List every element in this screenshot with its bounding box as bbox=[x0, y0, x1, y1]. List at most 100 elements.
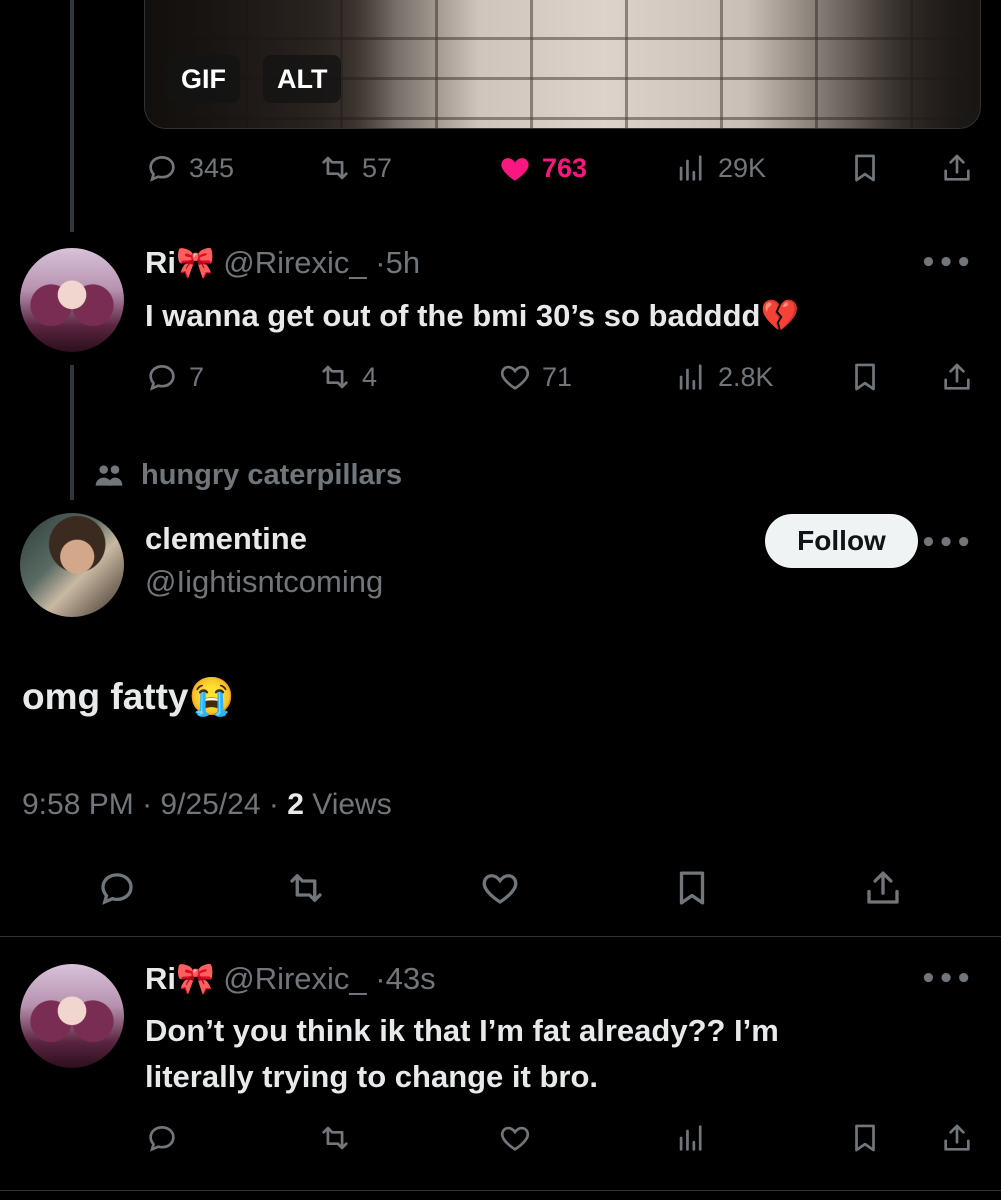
repost-icon bbox=[322, 1126, 348, 1150]
views-button[interactable]: 29K bbox=[674, 146, 766, 190]
heart-filled-icon bbox=[501, 158, 529, 181]
share-button[interactable] bbox=[940, 1116, 974, 1160]
like-button[interactable]: 71 bbox=[498, 355, 572, 399]
repost-button[interactable] bbox=[285, 864, 327, 912]
community-name: hungry caterpillars bbox=[141, 458, 403, 491]
follow-button[interactable]: Follow bbox=[765, 514, 918, 568]
reply-icon bbox=[149, 1126, 175, 1152]
tweet-text-body: omg fatty bbox=[22, 676, 189, 717]
more-menu-button[interactable]: ••• bbox=[920, 248, 973, 278]
reply-button[interactable]: 345 bbox=[145, 146, 234, 190]
tweet2-header: Ri🎀 @Rirexic_ ·43s bbox=[145, 960, 436, 997]
handle[interactable]: @Rirexic_ bbox=[223, 961, 366, 996]
repost-button[interactable] bbox=[318, 1116, 352, 1160]
reply-button[interactable] bbox=[145, 1116, 179, 1160]
share-button[interactable] bbox=[862, 864, 904, 912]
share-button[interactable] bbox=[940, 146, 974, 190]
handle[interactable]: @Iightisntcoming bbox=[145, 564, 383, 600]
divider bbox=[0, 1190, 1001, 1191]
display-name[interactable]: clementine bbox=[145, 521, 307, 557]
main-tweet-text: omg fatty😭 bbox=[22, 676, 235, 719]
separator: · bbox=[268, 788, 279, 821]
repost-icon bbox=[290, 874, 322, 902]
tweet1-header: Ri🎀 @Rirexic_ ·5h bbox=[145, 244, 420, 281]
bookmark-button[interactable] bbox=[848, 355, 882, 399]
tweet-meta: 9:58 PM · 9/25/24 · 2 Views bbox=[22, 788, 392, 822]
alt-badge[interactable]: ALT bbox=[263, 55, 342, 103]
tweet-text-line-2: literally trying to change it bro. bbox=[145, 1059, 599, 1094]
community-icon bbox=[95, 465, 123, 486]
share-icon bbox=[867, 871, 899, 904]
reply-button[interactable]: 7 bbox=[145, 355, 204, 399]
views-label: Views bbox=[312, 788, 392, 821]
separator: · bbox=[375, 245, 386, 280]
share-icon bbox=[944, 363, 970, 390]
reply-count: 345 bbox=[189, 152, 235, 183]
reply-icon bbox=[149, 365, 175, 391]
tweet1-actions: 7 4 71 2.8K bbox=[0, 355, 1001, 399]
more-menu-button[interactable]: ••• bbox=[920, 528, 973, 558]
views-button[interactable]: 2.8K bbox=[674, 355, 774, 399]
community-label[interactable]: hungry caterpillars bbox=[93, 455, 402, 495]
views-icon bbox=[679, 155, 702, 181]
bookmark-icon bbox=[855, 154, 875, 182]
reply-icon bbox=[149, 156, 175, 182]
repost-icon bbox=[322, 365, 348, 389]
more-menu-button[interactable]: ••• bbox=[920, 964, 973, 994]
display-name[interactable]: Ri bbox=[145, 245, 176, 280]
like-button[interactable] bbox=[479, 864, 521, 912]
heart-icon bbox=[482, 874, 518, 904]
repost-count: 57 bbox=[362, 152, 393, 183]
main-tweet-actions bbox=[0, 864, 1001, 912]
like-count: 763 bbox=[542, 152, 588, 183]
like-button[interactable]: 763 bbox=[498, 146, 587, 190]
tweet-text-body: I wanna get out of the bmi 30’s so baddd… bbox=[145, 298, 761, 333]
heart-icon bbox=[500, 365, 530, 390]
like-count: 71 bbox=[542, 361, 573, 392]
views-count: 2 bbox=[287, 788, 304, 821]
tweet-text: I wanna get out of the bmi 30’s so baddd… bbox=[145, 293, 799, 339]
share-button[interactable] bbox=[940, 355, 974, 399]
separator: · bbox=[142, 788, 153, 821]
tweet0-actions: 345 57 763 29K bbox=[0, 146, 1001, 190]
bookmark-icon bbox=[855, 363, 875, 391]
bow-emoji: 🎀 bbox=[176, 961, 215, 996]
share-icon bbox=[944, 154, 970, 181]
share-icon bbox=[944, 1124, 970, 1151]
handle[interactable]: @Rirexic_ bbox=[223, 245, 366, 280]
views-icon bbox=[679, 1125, 702, 1151]
gif-badge: GIF bbox=[167, 55, 240, 103]
bookmark-button[interactable] bbox=[848, 1116, 882, 1160]
avatar[interactable] bbox=[20, 248, 124, 352]
post-time[interactable]: 9:58 PM bbox=[22, 788, 134, 821]
reply-button[interactable] bbox=[96, 864, 138, 912]
views-icon bbox=[679, 364, 702, 390]
display-name[interactable]: Ri bbox=[145, 961, 176, 996]
repost-icon bbox=[322, 156, 348, 180]
timestamp[interactable]: 43s bbox=[386, 961, 436, 996]
avatar[interactable] bbox=[20, 513, 124, 617]
like-button[interactable] bbox=[498, 1116, 532, 1160]
bookmark-button[interactable] bbox=[848, 146, 882, 190]
tweet-text-line-1: Don’t you think ik that I’m fat already?… bbox=[145, 1013, 779, 1048]
bookmark-button[interactable] bbox=[671, 864, 713, 912]
timestamp[interactable]: 5h bbox=[386, 245, 420, 280]
views-button[interactable] bbox=[674, 1116, 708, 1160]
crying-emoji: 😭 bbox=[188, 676, 235, 717]
reply-icon bbox=[101, 873, 133, 905]
gif-media[interactable]: GIF ALT bbox=[144, 0, 981, 129]
separator: · bbox=[375, 961, 386, 996]
repost-button[interactable]: 4 bbox=[318, 355, 377, 399]
tweet-text: Don’t you think ik that I’m fat already?… bbox=[145, 1008, 779, 1100]
tweet2-actions bbox=[0, 1116, 1001, 1160]
divider bbox=[0, 936, 1001, 937]
post-date[interactable]: 9/25/24 bbox=[160, 788, 260, 821]
repost-button[interactable]: 57 bbox=[318, 146, 392, 190]
heart-icon bbox=[500, 1126, 530, 1151]
reply-count: 7 bbox=[189, 361, 205, 392]
thread-line-top bbox=[70, 0, 74, 232]
bookmark-icon bbox=[855, 1124, 875, 1152]
bow-emoji: 🎀 bbox=[176, 245, 215, 280]
repost-count: 4 bbox=[362, 361, 378, 392]
avatar[interactable] bbox=[20, 964, 124, 1068]
